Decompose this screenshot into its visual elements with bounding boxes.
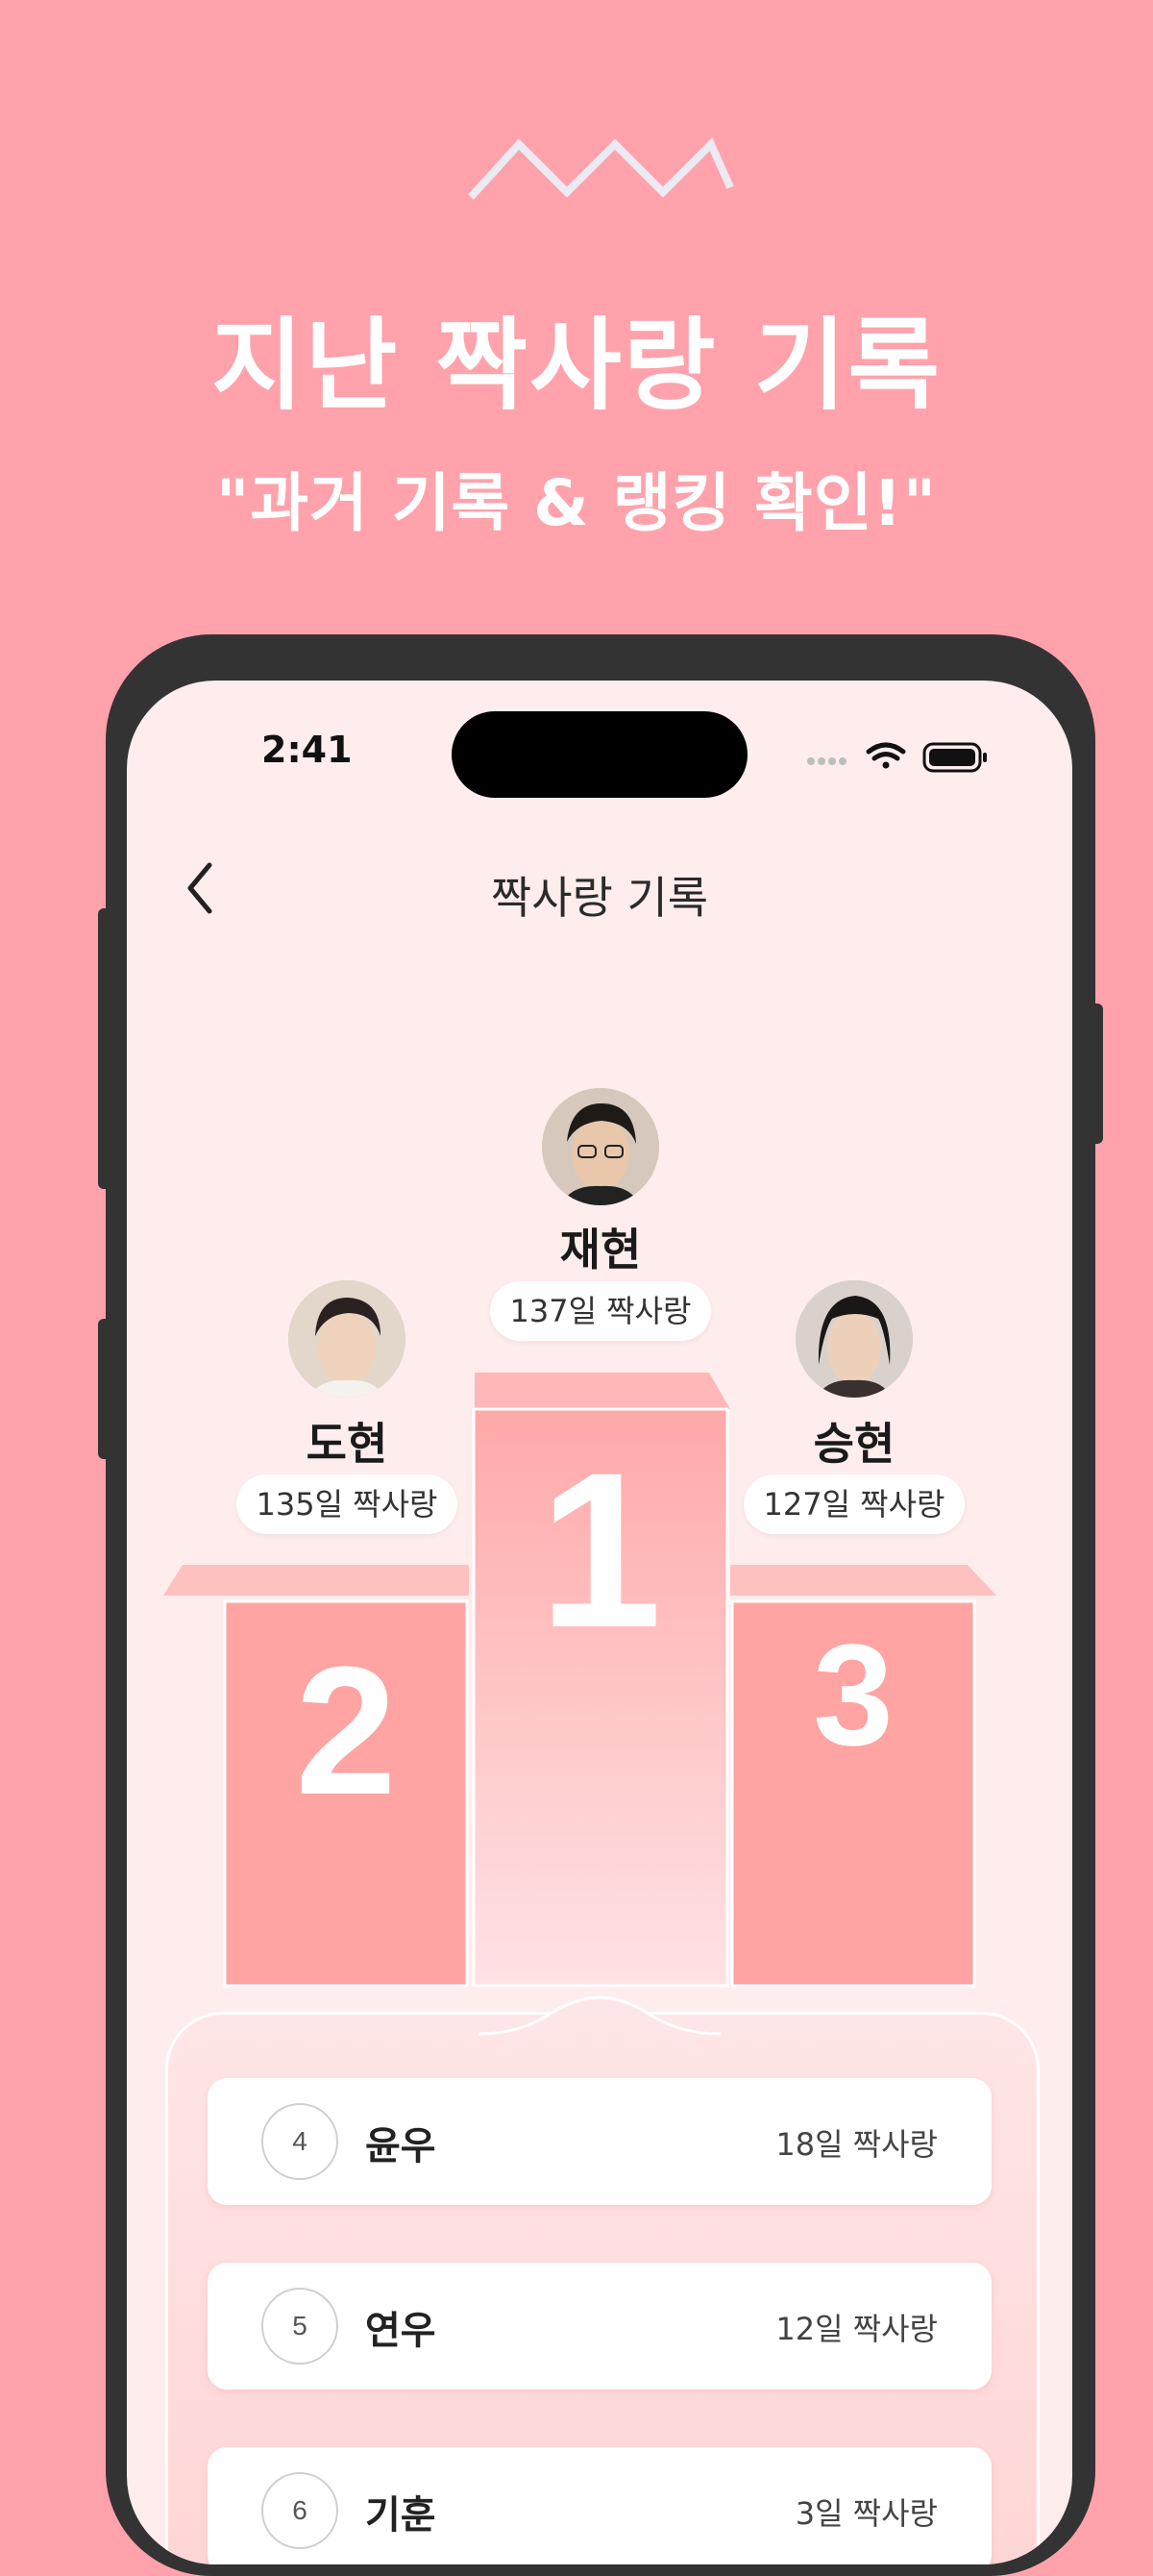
promo-headline: 지난 짝사랑 기록: [210, 307, 943, 424]
promo-subline: "과거 기록 & 랭킹 확인!": [215, 466, 938, 540]
portrait-image: [542, 1088, 659, 1205]
podium-rank-1-number: 1: [539, 1426, 662, 1673]
portrait-image: [796, 1280, 913, 1398]
phone-volume-down-button: [98, 1319, 111, 1459]
panel-notch: [478, 1995, 721, 2036]
rank-number: 4: [261, 2103, 338, 2180]
list-item[interactable]: 6 기훈 3일 짝사랑: [208, 2447, 992, 2564]
avatar-rank-3[interactable]: [796, 1280, 913, 1398]
zigzag-decoration: [468, 137, 734, 200]
phone-power-button: [1090, 1003, 1103, 1144]
podium-days-rank-3: 127일 짝사랑: [744, 1474, 965, 1534]
podium-rank-2-number: 2: [295, 1629, 397, 1833]
list-item-name: 기훈: [365, 2493, 436, 2538]
avatar-rank-2[interactable]: [288, 1280, 405, 1398]
podium-days-rank-2: 135일 짝사랑: [236, 1474, 457, 1534]
portrait-image: [288, 1280, 405, 1398]
podium-days-rank-1: 137일 짝사랑: [490, 1281, 711, 1341]
list-item[interactable]: 4 윤우 18일 짝사랑: [208, 2078, 992, 2205]
podium: [163, 1373, 996, 1988]
list-item-name: 윤우: [365, 2124, 436, 2168]
phone-screen: 2:41 짝사랑 기록 1 2 3 재현 137일 짝사랑 도현 135일 짝사…: [127, 681, 1072, 2564]
rank-number: 6: [261, 2472, 338, 2549]
podium-rank-3-number: 3: [813, 1614, 894, 1775]
list-item-days: 18일 짝사랑: [775, 2126, 938, 2163]
phone-volume-up-button: [98, 908, 111, 1189]
podium-name-rank-3: 승현: [813, 1418, 895, 1470]
list-item[interactable]: 5 연우 12일 짝사랑: [208, 2263, 992, 2390]
podium-name-rank-2: 도현: [306, 1418, 388, 1470]
rank-number: 5: [261, 2288, 338, 2365]
avatar-rank-1[interactable]: [542, 1088, 659, 1205]
podium-name-rank-1: 재현: [559, 1224, 642, 1276]
list-item-name: 연우: [365, 2309, 436, 2353]
list-item-days: 12일 짝사랑: [775, 2311, 938, 2347]
list-item-days: 3일 짝사랑: [795, 2495, 938, 2532]
